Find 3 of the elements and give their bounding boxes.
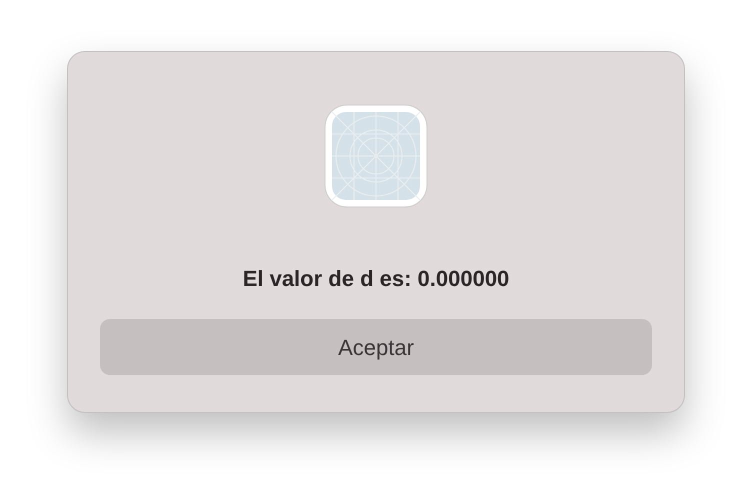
alert-message: El valor de d es: 0.000000 [242, 265, 510, 293]
ok-button[interactable]: Aceptar [100, 319, 652, 375]
app-icon [324, 104, 428, 208]
